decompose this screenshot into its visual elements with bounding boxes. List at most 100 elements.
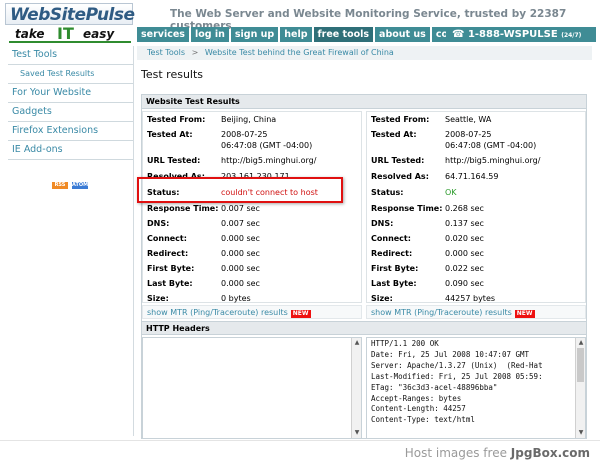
value-response-time: 0.007 sec (221, 204, 260, 213)
breadcrumb-current[interactable]: Website Test behind the Great Firewall o… (205, 48, 394, 57)
mtr-link-text[interactable]: show MTR (Ping/Traceroute) results (147, 308, 288, 317)
label-url-tested: URL Tested: (371, 156, 425, 165)
logo-slogan: take IT easy (5, 24, 133, 43)
scroll-down-icon[interactable]: ▼ (353, 429, 361, 437)
header-line: HTTP/1.1 200 OK (371, 339, 439, 348)
scroll-up-icon[interactable]: ▲ (353, 339, 361, 347)
value-connect: 0.000 sec (221, 234, 260, 243)
value-status-ok: OK (445, 188, 457, 197)
value-redirect: 0.000 sec (445, 249, 484, 258)
sidebar-item-for-your-website[interactable]: For Your Website (8, 84, 133, 103)
value-last-byte: 0.000 sec (221, 279, 260, 288)
value-last-byte: 0.090 sec (445, 279, 484, 288)
footer-text: Host images free (404, 446, 507, 460)
label-dns: DNS: (147, 219, 170, 228)
nav-free-tools[interactable]: free tools (313, 27, 374, 42)
value-redirect: 0.000 sec (221, 249, 260, 258)
logo-main-text: WebSitePulse (10, 5, 135, 25)
header-line: Accept-Ranges: bytes (371, 393, 462, 403)
value-first-byte: 0.022 sec (445, 264, 484, 273)
nav-about-us[interactable]: about us (375, 27, 430, 42)
label-connect: Connect: (371, 234, 411, 243)
logo-wordmark: WebSitePulse (5, 3, 135, 25)
new-badge: NEW (514, 310, 535, 318)
label-first-byte: First Byte: (147, 264, 195, 273)
header-line: ETag: "36c3d3-acel-48896bba" (371, 382, 498, 392)
http-headers-box-beijing[interactable]: ▲ ▼ (142, 337, 362, 439)
header-line: Server: Apache/1.3.27 (Unix) (Red-Hat (371, 360, 543, 370)
http-headers-box-seattle[interactable]: HTTP/1.1 200 OK Date: Fri, 25 Jul 2008 10… (366, 337, 586, 439)
main-nav: services log in sign up help free tools … (137, 27, 482, 42)
label-dns: DNS: (371, 219, 394, 228)
footer-brand: JpgBox.com (510, 446, 590, 460)
value-response-time: 0.268 sec (445, 204, 484, 213)
scrollbar[interactable]: ▲ ▼ (575, 338, 585, 438)
label-response-time: Response Time: (147, 204, 219, 213)
label-url-tested: URL Tested: (147, 156, 201, 165)
mtr-link-text[interactable]: show MTR (Ping/Traceroute) results (371, 308, 512, 317)
phone-hours: (24/7) (561, 32, 582, 39)
scroll-up-icon[interactable]: ▲ (577, 339, 585, 347)
nav-log-in[interactable]: log in (190, 27, 229, 42)
label-size: Size: (371, 294, 393, 303)
label-last-byte: Last Byte: (147, 279, 193, 288)
label-redirect: Redirect: (371, 249, 413, 258)
breadcrumb-separator: > (191, 48, 199, 57)
breadcrumb-test-tools[interactable]: Test Tools (147, 48, 185, 57)
nav-help[interactable]: help (280, 27, 312, 42)
label-redirect: Redirect: (147, 249, 189, 258)
logo-underline (9, 41, 131, 43)
footer-watermark: Host images free JpgBox.com (405, 446, 590, 460)
site-header: WebSitePulse take IT easy The Web Server… (0, 0, 600, 44)
phone-number[interactable]: ☎ 1-888-WSPULSE (24/7) (446, 27, 596, 42)
value-connect: 0.020 sec (445, 234, 484, 243)
scroll-down-icon[interactable]: ▼ (577, 429, 585, 437)
mtr-link-beijing[interactable]: show MTR (Ping/Traceroute) results NEW (142, 305, 362, 319)
result-column-beijing: Tested From: Beijing, China Tested At: 2… (142, 111, 362, 303)
sidebar-item-gadgets[interactable]: Gadgets (8, 103, 133, 122)
value-url-tested: http://big5.minghui.org/ (445, 156, 541, 165)
header-line: Content-Length: 44257 (371, 404, 466, 414)
value-resolved-as: 64.71.164.59 (445, 172, 499, 181)
footer: Host images free JpgBox.com (0, 440, 600, 468)
http-headers-text: HTTP/1.1 200 OK Date: Fri, 25 Jul 2008 10… (371, 339, 543, 426)
value-tested-from: Seattle, WA (445, 115, 492, 124)
breadcrumb: Test Tools > Website Test behind the Gre… (137, 46, 592, 60)
result-column-seattle: Tested From: Seattle, WA Tested At: 2008… (366, 111, 586, 303)
nav-services[interactable]: services (137, 27, 189, 42)
rss-icon[interactable]: RSS (52, 182, 68, 189)
logo-take: take (15, 27, 45, 41)
nav-sign-up[interactable]: sign up (230, 27, 279, 42)
label-tested-from: Tested From: (147, 115, 206, 124)
http-headers-title: HTTP Headers (142, 321, 586, 335)
atom-icon[interactable]: ATOM (72, 182, 88, 189)
label-connect: Connect: (147, 234, 187, 243)
results-panel: Website Test Results Tested From: Beijin… (141, 94, 587, 439)
sidebar: Test Tools Saved Test Results For Your W… (8, 46, 134, 436)
header-line: Date: Fri, 25 Jul 2008 10:47:07 GMT (371, 349, 530, 359)
value-tested-at-time: 06:47:08 (GMT -04:00) (221, 141, 313, 150)
status-error-highlight (137, 177, 343, 203)
feed-badges: RSS ATOM (52, 182, 88, 189)
sidebar-item-ie-add-ons[interactable]: IE Add-ons (8, 141, 133, 160)
sidebar-item-saved-test-results[interactable]: Saved Test Results (8, 65, 133, 84)
value-dns: 0.137 sec (445, 219, 484, 228)
header-line: Content-Type: text/html (371, 415, 475, 425)
value-url-tested: http://big5.minghui.org/ (221, 156, 317, 165)
header-line: Last-Modified: Fri, 25 Jul 2008 05:59: (371, 371, 543, 381)
logo-easy: easy (83, 27, 115, 41)
label-last-byte: Last Byte: (371, 279, 417, 288)
value-tested-at-date: 2008-07-25 (221, 130, 268, 139)
value-size: 44257 bytes (445, 294, 496, 303)
sidebar-item-firefox-extensions[interactable]: Firefox Extensions (8, 122, 133, 141)
mtr-link-seattle[interactable]: show MTR (Ping/Traceroute) results NEW (366, 305, 586, 319)
new-badge: NEW (290, 310, 311, 318)
scrollbar[interactable]: ▲ ▼ (351, 338, 361, 438)
sidebar-item-test-tools[interactable]: Test Tools (8, 46, 133, 65)
label-tested-from: Tested From: (371, 115, 430, 124)
logo[interactable]: WebSitePulse take IT easy (3, 3, 135, 43)
label-resolved-as: Resolved As: (371, 172, 429, 181)
label-tested-at: Tested At: (147, 130, 193, 139)
label-status: Status: (371, 188, 404, 197)
scroll-thumb[interactable] (577, 348, 584, 382)
